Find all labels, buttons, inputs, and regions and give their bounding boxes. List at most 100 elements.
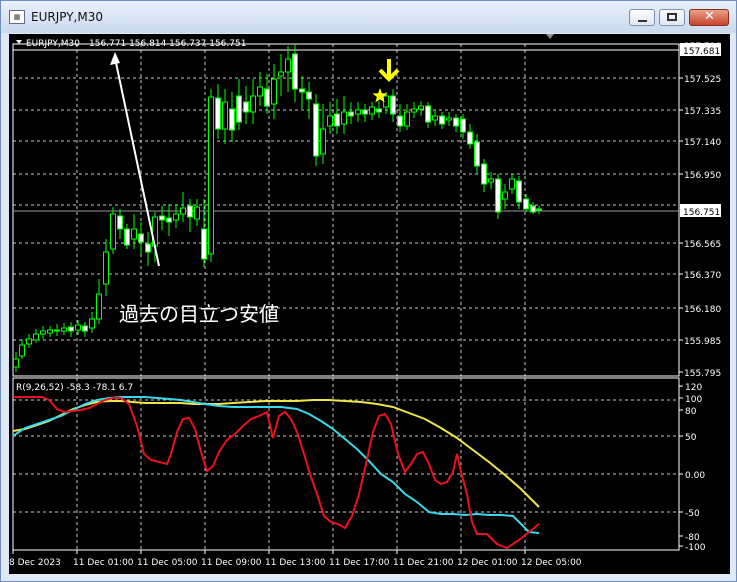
- candle: [509, 174, 515, 194]
- candle: [495, 174, 501, 219]
- indicator-grid: [13, 378, 679, 550]
- indicator-axis[interactable]: 120 100 80 50 0.00 -50 -80-100: [679, 383, 706, 553]
- time-tick-label: 12 Dec 05:00: [521, 558, 582, 568]
- candle: [159, 206, 165, 230]
- chart-canvas[interactable]: EURJPY,M30 156.771 156.814 156.737 156.7…: [9, 34, 730, 574]
- candle: [194, 199, 200, 226]
- candle: [453, 114, 459, 132]
- candle: [418, 101, 424, 116]
- candle: [54, 324, 60, 336]
- candle: [523, 194, 529, 212]
- candle: [19, 339, 25, 359]
- candle: [208, 89, 214, 262]
- maximize-button[interactable]: [659, 9, 685, 26]
- chart-window: ▦ EURJPY,M30 ✕ EURJPY,M30 156.771 156.81…: [0, 0, 737, 582]
- time-tick-label: 11 Dec 17:00: [329, 558, 390, 568]
- indicator-tick-label: 50: [685, 433, 697, 443]
- candle: [530, 202, 536, 214]
- indicator-tick-label: -50: [685, 509, 700, 519]
- candle: [341, 96, 347, 134]
- time-axis[interactable]: 8 Dec 2023 11 Dec 01:00 11 Dec 05:00 11 Dec…: [9, 550, 582, 568]
- candle: [173, 204, 179, 228]
- price-tick-label: 155.985: [684, 337, 721, 347]
- candle: [13, 352, 19, 372]
- candle: [26, 334, 32, 348]
- candle: [369, 102, 375, 120]
- candle: [33, 329, 39, 343]
- candle: [474, 134, 480, 174]
- candle: [103, 239, 109, 296]
- candle: [68, 322, 74, 337]
- candle: [376, 101, 382, 118]
- candle: [432, 110, 438, 126]
- candle: [117, 209, 123, 239]
- time-tick-label: 11 Dec 13:00: [265, 558, 326, 568]
- indicator-tick-label: 100: [685, 395, 702, 405]
- candle: [278, 54, 284, 96]
- annotation-text: 過去の目立つ安値: [119, 302, 279, 326]
- indicator-panel-border: [12, 377, 680, 551]
- candle: [481, 159, 487, 192]
- candle: [467, 124, 473, 149]
- candle: [397, 104, 403, 132]
- price-tick-label: 156.565: [684, 240, 721, 250]
- price-axis[interactable]: 157.710157.525157.335157.140156.950156.5…: [679, 42, 721, 379]
- candle: [47, 326, 53, 337]
- candle: [131, 214, 137, 249]
- price-tick-label: 156.180: [684, 305, 721, 315]
- indicator-line-yellow: [12, 399, 540, 508]
- time-tick-label: 11 Dec 21:00: [393, 558, 454, 568]
- candle: [348, 102, 354, 124]
- candle: [124, 224, 130, 249]
- candle: [488, 172, 494, 189]
- annotation-arrow-head: [110, 52, 120, 65]
- candle: [439, 112, 445, 129]
- indicator-tick-label: -80: [685, 533, 700, 543]
- chart-header: EURJPY,M30 156.771 156.814 156.737 156.7…: [16, 34, 554, 49]
- candle: [180, 192, 186, 222]
- candle: [89, 312, 95, 333]
- ohlc-values: 156.771 156.814 156.737 156.751: [89, 39, 246, 49]
- price-label: 156.751: [683, 208, 720, 218]
- candle: [222, 89, 228, 144]
- symbol-label: EURJPY,M30: [26, 39, 80, 49]
- title-bar[interactable]: ▦ EURJPY,M30 ✕: [1, 1, 736, 33]
- time-tick-label: 8 Dec 2023: [9, 558, 61, 568]
- indicator-tick-label: 0.00: [685, 471, 705, 481]
- candle: [334, 99, 340, 134]
- candle: [215, 84, 221, 139]
- dropdown-triangle-icon[interactable]: [16, 40, 22, 44]
- candle: [425, 102, 431, 128]
- candle: [75, 320, 81, 335]
- indicator-tick-label: -100: [685, 543, 706, 553]
- minimize-button[interactable]: [629, 9, 655, 26]
- price-tick-label: 156.950: [684, 171, 721, 181]
- time-tick-label: 11 Dec 01:00: [73, 558, 134, 568]
- candle: [40, 326, 46, 339]
- shift-marker-icon[interactable]: [546, 34, 554, 39]
- candle: [516, 176, 522, 209]
- candle: [313, 94, 319, 166]
- price-tick-label: 157.525: [684, 75, 721, 85]
- indicator-tick-label: 120: [685, 383, 702, 393]
- candle: [327, 102, 333, 134]
- price-tick-label: 157.335: [684, 107, 721, 117]
- annotation: 過去の目立つ安値: [110, 52, 400, 326]
- candle: [250, 79, 256, 124]
- indicator-line-red: [13, 396, 540, 550]
- chart-app-icon: ▦: [9, 10, 25, 24]
- indicator-label: R(9,26,52) -58.3 -78.1 6.7: [16, 383, 133, 393]
- chart-client-area[interactable]: EURJPY,M30 156.771 156.814 156.737 156.7…: [9, 34, 730, 574]
- candle: [82, 322, 88, 337]
- indicator-panel: R(9,26,52) -58.3 -78.1 6.7: [12, 383, 540, 550]
- candle: [229, 92, 235, 142]
- candle: [446, 112, 452, 126]
- candle: [271, 64, 277, 119]
- candle: [61, 323, 67, 335]
- price-label: 157.681: [683, 47, 720, 57]
- candle: [201, 199, 207, 267]
- close-icon: ✕: [704, 9, 715, 24]
- candle: [404, 104, 410, 130]
- close-button[interactable]: ✕: [689, 9, 729, 26]
- candle: [320, 104, 326, 164]
